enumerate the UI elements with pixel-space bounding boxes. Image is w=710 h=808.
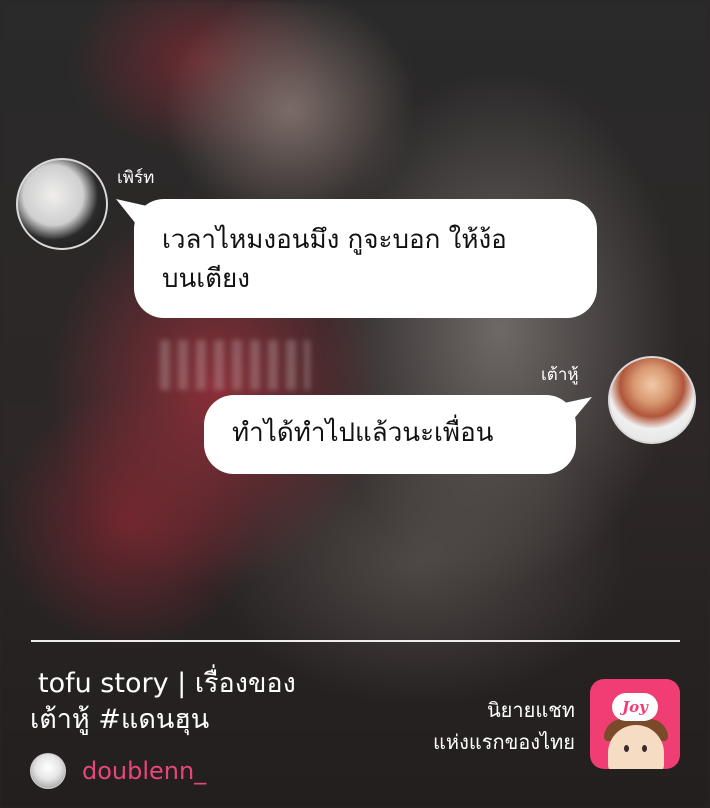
author-link[interactable]: doublenn_ xyxy=(30,751,206,791)
sender-name-2: เต้าหู้ xyxy=(541,365,579,385)
author-avatar xyxy=(30,753,66,789)
chat-bubble-2: ทำได้ทำไปแล้วนะเพื่อน xyxy=(204,395,576,474)
promo-line1: นิยายแชท xyxy=(487,698,575,722)
chat-bubble-1-line2: บนเตียง xyxy=(162,264,250,294)
footer-divider xyxy=(31,640,680,642)
author-name: doublenn_ xyxy=(82,757,207,785)
promo-line2: แห่งแรกของไทย xyxy=(433,730,575,754)
chat-bubble-1-line1: เวลาไหมงอนมึง กูจะบอก ให้ง้อ xyxy=(162,225,507,255)
sender-avatar-2[interactable] xyxy=(608,356,696,444)
story-title[interactable]: tofu story | เรื่องของ เต้าหู้ #แดนฮุน xyxy=(30,666,360,738)
background-shirt-print xyxy=(160,340,310,390)
sender-name-1: เพิร์ท xyxy=(117,168,155,188)
promo-text: นิยายแชท แห่งแรกของไทย xyxy=(390,694,575,758)
joy-app-logo[interactable]: Joy xyxy=(590,679,680,769)
chat-bubble-1: เวลาไหมงอนมึง กูจะบอก ให้ง้อ บนเตียง xyxy=(134,199,597,318)
story-title-line1: tofu story | เรื่องของ xyxy=(38,668,296,699)
joy-logo-eye-right xyxy=(642,745,647,752)
joy-logo-text: Joy xyxy=(612,693,658,721)
chat-bubble-2-text: ทำได้ทำไปแล้วนะเพื่อน xyxy=(232,418,494,448)
sender-avatar-1[interactable] xyxy=(16,158,108,250)
story-title-line2: เต้าหู้ #แดนฮุน xyxy=(30,704,210,735)
joy-logo-eye-left xyxy=(624,745,629,752)
